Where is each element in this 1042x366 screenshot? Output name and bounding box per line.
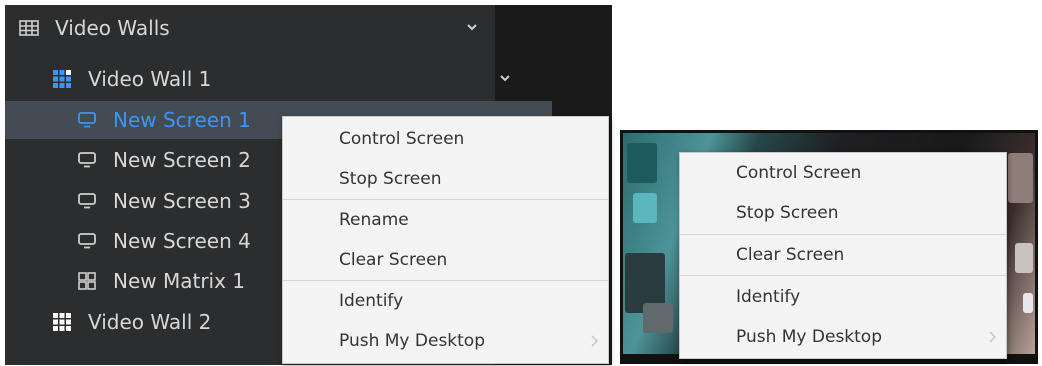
tree-item-label: New Screen 3 bbox=[113, 189, 251, 213]
chevron-right-icon bbox=[591, 335, 598, 347]
tree-root-label: Video Walls bbox=[55, 16, 170, 40]
menu-item-stop-screen[interactable]: Stop Screen bbox=[680, 193, 1006, 233]
grid-icon bbox=[52, 312, 72, 332]
matrix-icon bbox=[77, 271, 97, 291]
menu-item-push-my-desktop[interactable]: Push My Desktop bbox=[680, 317, 1006, 357]
video-walls-icon bbox=[19, 18, 39, 38]
tree-item-label: Video Wall 1 bbox=[88, 67, 212, 91]
tree-item-label: New Matrix 1 bbox=[113, 269, 246, 293]
menu-item-push-my-desktop[interactable]: Push My Desktop bbox=[283, 321, 608, 361]
tree-item-label: New Screen 1 bbox=[113, 108, 251, 132]
chevron-right-icon bbox=[989, 331, 996, 343]
screen-icon bbox=[77, 191, 97, 211]
menu-item-identify[interactable]: Identify bbox=[680, 277, 1006, 317]
context-menu-screen: Control Screen Stop Screen Rename Clear … bbox=[282, 116, 609, 364]
grid-icon bbox=[52, 69, 72, 89]
context-menu-preview: Control Screen Stop Screen Clear Screen … bbox=[679, 152, 1007, 359]
screen-icon bbox=[77, 231, 97, 251]
tree-item-label: New Screen 4 bbox=[113, 229, 251, 253]
chevron-down-icon[interactable] bbox=[465, 20, 479, 34]
screen-icon bbox=[77, 150, 97, 170]
menu-item-control-screen[interactable]: Control Screen bbox=[283, 119, 608, 159]
menu-item-stop-screen[interactable]: Stop Screen bbox=[283, 159, 608, 199]
tree-root-video-walls[interactable]: Video Walls bbox=[5, 9, 509, 47]
menu-item-clear-screen[interactable]: Clear Screen bbox=[680, 235, 1006, 275]
menu-item-clear-screen[interactable]: Clear Screen bbox=[283, 240, 608, 280]
menu-item-control-screen[interactable]: Control Screen bbox=[680, 153, 1006, 193]
tree-item-video-wall-1[interactable]: Video Wall 1 bbox=[5, 60, 542, 98]
screen-icon bbox=[77, 110, 97, 130]
tree-item-label: New Screen 2 bbox=[113, 148, 251, 172]
menu-separator bbox=[680, 275, 1006, 276]
menu-item-rename[interactable]: Rename bbox=[283, 200, 608, 240]
tree-item-label: Video Wall 2 bbox=[88, 310, 212, 334]
chevron-down-icon[interactable] bbox=[498, 71, 512, 85]
menu-item-identify[interactable]: Identify bbox=[283, 281, 608, 321]
